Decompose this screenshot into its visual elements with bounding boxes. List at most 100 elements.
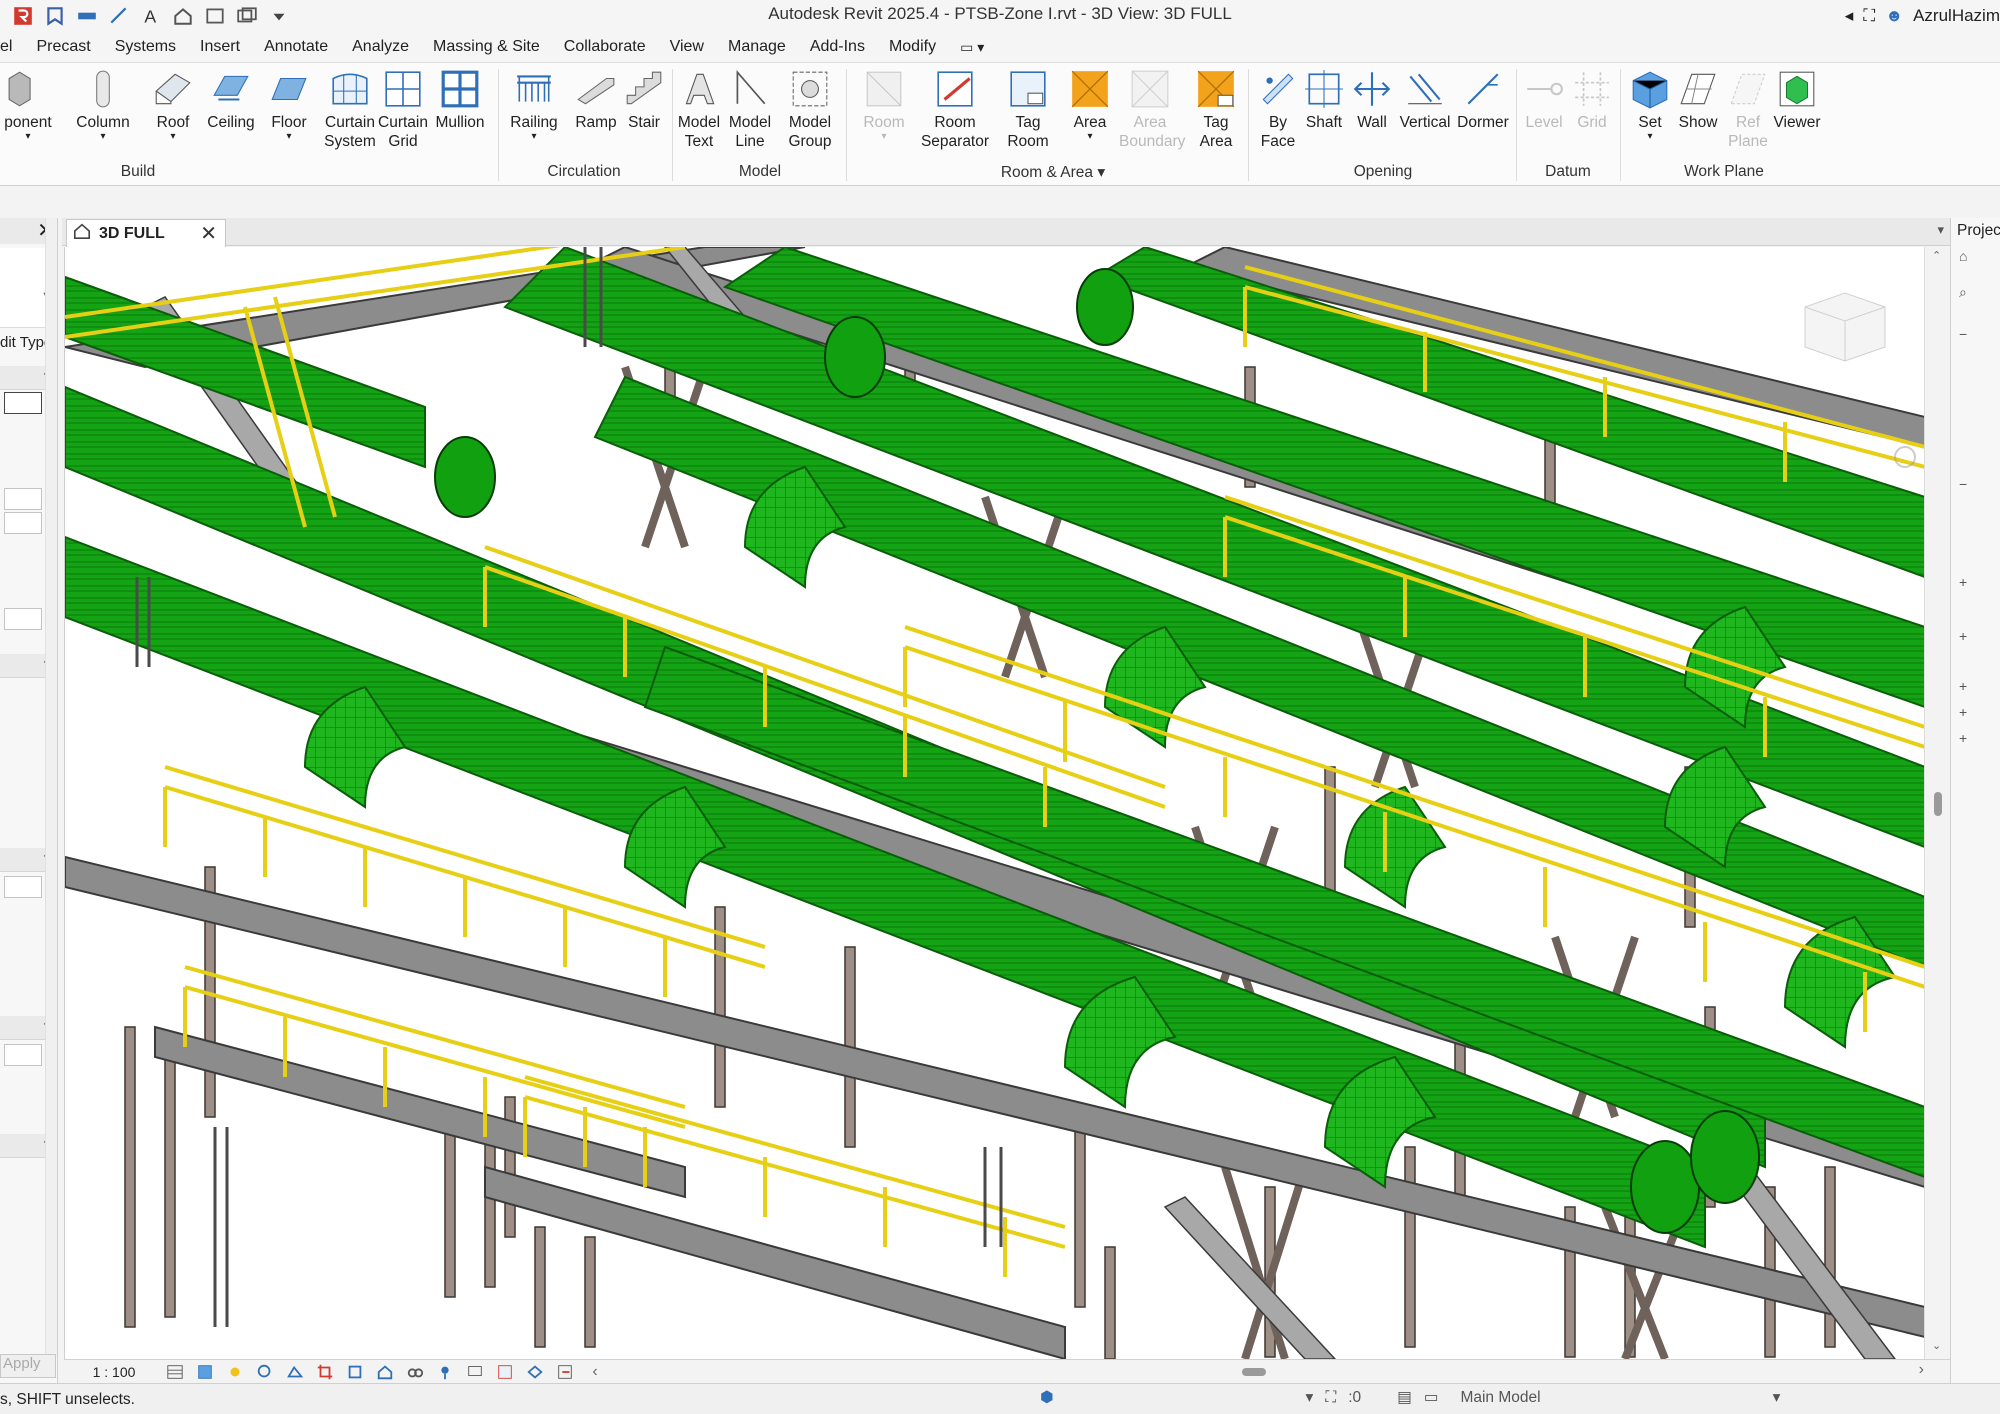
group-label-room-area[interactable]: Room & Area ▾ [856, 163, 1250, 182]
text-icon[interactable]: A [138, 3, 164, 29]
expand-plus-icon[interactable]: + [1959, 628, 1967, 644]
sun-path-icon[interactable] [224, 1363, 246, 1381]
vertical-scrollbar[interactable]: ⌃ ⌄ [1924, 247, 1950, 1359]
chevron-down-icon[interactable]: ▾ [1773, 1388, 1781, 1407]
worksets-icon[interactable]: ⬢ [1040, 1388, 1054, 1407]
tag-room-button[interactable]: Tag Room [1000, 67, 1056, 151]
tab-add-ins[interactable]: Add-Ins [798, 32, 877, 62]
temporary-hide-icon[interactable] [404, 1363, 426, 1381]
horizontal-scrollbar-thumb[interactable] [1242, 1368, 1266, 1376]
aligned-dimension-icon[interactable] [106, 3, 132, 29]
property-field[interactable] [4, 876, 42, 898]
scroll-up-arrow-icon[interactable]: ⌃ [1932, 249, 1941, 262]
tab-analyze[interactable]: Analyze [340, 32, 421, 62]
property-field[interactable] [4, 1044, 42, 1066]
selection-filter-icon[interactable]: ⛶ [1325, 1389, 1336, 1407]
stair-button[interactable]: Stair [624, 67, 664, 132]
shaft-button[interactable]: Shaft [1298, 67, 1350, 132]
property-field[interactable] [4, 392, 42, 414]
floor-button[interactable]: Floor ▾ [264, 67, 314, 142]
switch-windows-icon[interactable] [234, 3, 260, 29]
worksharing-display-icon[interactable] [494, 1363, 516, 1381]
expand-plus-icon[interactable]: + [1959, 704, 1967, 720]
3d-view-canvas[interactable] [64, 247, 1924, 1359]
tag-area-button[interactable]: Tag Area [1188, 67, 1244, 151]
vertical-opening-button[interactable]: Vertical [1398, 67, 1452, 132]
temporary-view-properties-icon[interactable] [464, 1363, 486, 1381]
analytical-model-icon[interactable] [524, 1363, 546, 1381]
expand-plus-icon[interactable]: + [1959, 574, 1967, 590]
set-work-plane-button[interactable]: Set ▾ [1626, 67, 1674, 142]
rendering-dialog-icon[interactable] [284, 1363, 306, 1381]
navigation-wheel-icon[interactable] [1894, 446, 1916, 468]
measure-icon[interactable] [74, 3, 100, 29]
search-icon[interactable]: ⌕ [1959, 284, 1967, 301]
apply-button[interactable]: Apply [0, 1354, 56, 1378]
tab-list-dropdown-icon[interactable]: ▾ [1937, 222, 1944, 238]
properties-scrollbar[interactable] [45, 218, 57, 1358]
visual-style-icon[interactable] [194, 1363, 216, 1381]
save-icon[interactable] [42, 3, 68, 29]
property-field[interactable] [4, 488, 42, 510]
tab-collaborate[interactable]: Collaborate [552, 32, 658, 62]
collapse-minus-icon[interactable]: − [1959, 476, 1967, 492]
dormer-button[interactable]: Dormer [1454, 67, 1512, 132]
pipe-rack-model[interactable] [65, 247, 1924, 1359]
room-separator-button[interactable]: Room Separator [914, 67, 996, 151]
view-cube-icon[interactable] [1804, 292, 1886, 362]
show-work-plane-button[interactable]: Show [1672, 67, 1724, 132]
view-tab-3d-full[interactable]: 3D FULL ✕ [66, 219, 226, 247]
close-icon[interactable]: ✕ [200, 221, 217, 246]
tab-annotate[interactable]: Annotate [252, 32, 340, 62]
tab-insert[interactable]: Insert [188, 32, 252, 62]
ceiling-button[interactable]: Ceiling [204, 67, 258, 132]
expand-plus-icon[interactable]: + [1959, 730, 1967, 746]
editable-only-icon[interactable]: ▤ [1397, 1388, 1412, 1407]
by-face-button[interactable]: By Face [1252, 67, 1304, 151]
show-crop-region-icon[interactable] [344, 1363, 366, 1381]
curtain-grid-button[interactable]: Curtain Grid [378, 67, 428, 151]
collapse-minus-icon[interactable]: − [1959, 326, 1967, 342]
revit-app-icon[interactable] [10, 3, 36, 29]
active-model[interactable]: Main Model [1460, 1389, 1540, 1407]
tab-view[interactable]: View [658, 32, 716, 62]
viewer-button[interactable]: Viewer [1770, 67, 1824, 132]
tab-manage[interactable]: Manage [716, 32, 798, 62]
home-icon[interactable]: ⌂ [1959, 248, 1967, 264]
wall-opening-button[interactable]: Wall [1348, 67, 1396, 132]
scroll-left-arrow-icon[interactable]: ‹ [584, 1363, 606, 1381]
tab-modify[interactable]: Modify [877, 32, 948, 62]
tab-systems[interactable]: Systems [103, 32, 188, 62]
scroll-down-arrow-icon[interactable]: ⌄ [1932, 1339, 1941, 1352]
level-button[interactable]: Level [1518, 67, 1570, 132]
curtain-system-button[interactable]: Curtain System [322, 67, 378, 151]
ref-plane-button[interactable]: Ref Plane [1720, 67, 1776, 151]
room-button[interactable]: Room ▾ [856, 67, 912, 142]
reveal-hidden-icon[interactable] [434, 1363, 456, 1381]
scrollbar-thumb[interactable] [1934, 792, 1942, 816]
area-boundary-button[interactable]: Area Boundary [1118, 67, 1185, 151]
detail-level-icon[interactable] [164, 1363, 186, 1381]
chevron-down-icon[interactable]: ▾ [1306, 1388, 1314, 1407]
scroll-right-arrow-icon[interactable]: › [1919, 1361, 1924, 1379]
crop-view-icon[interactable] [314, 1363, 336, 1381]
mullion-button[interactable]: Mullion [432, 67, 488, 132]
binoculars-icon[interactable]: ⛶ [1863, 6, 1875, 26]
expand-plus-icon[interactable]: + [1959, 678, 1967, 694]
user-name[interactable]: AzrulHazim [1913, 6, 2000, 26]
model-line-button[interactable]: Model Line [724, 67, 776, 151]
ramp-button[interactable]: Ramp [568, 67, 624, 132]
roof-button[interactable]: Roof ▾ [148, 67, 198, 142]
collapse-arrow-icon[interactable]: ◂ [1845, 6, 1854, 26]
contextual-tab-toggle[interactable]: ▭ ▾ [948, 32, 996, 62]
model-text-button[interactable]: Model Text [676, 67, 722, 151]
shadows-icon[interactable] [254, 1363, 276, 1381]
design-options-icon[interactable]: ▭ [1424, 1388, 1439, 1407]
area-button[interactable]: Area ▾ [1064, 67, 1116, 142]
property-field[interactable] [4, 608, 42, 630]
column-button[interactable]: Column ▾ [70, 67, 136, 142]
close-hidden-windows-icon[interactable] [202, 3, 228, 29]
tab-massing-site[interactable]: Massing & Site [421, 32, 552, 62]
user-icon[interactable]: ☻ [1885, 6, 1903, 26]
tab-precast[interactable]: Precast [24, 32, 102, 62]
